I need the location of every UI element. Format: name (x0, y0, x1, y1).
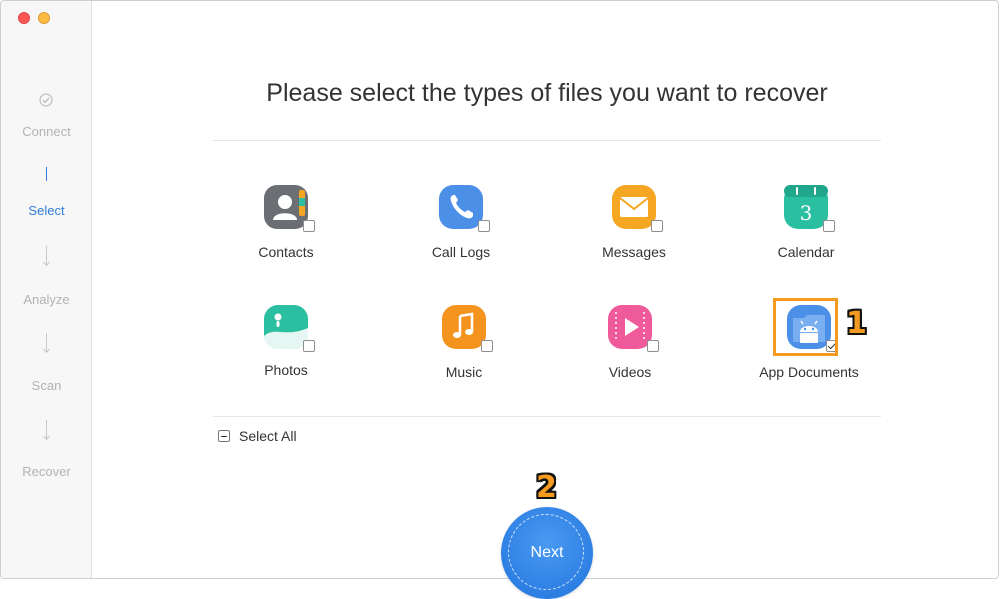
calendar-checkbox[interactable] (823, 220, 835, 232)
app-window: Connect Select Analyze Scan Recover Plea… (0, 0, 999, 579)
photos-label: Photos (264, 362, 308, 378)
messages-checkbox[interactable] (651, 220, 663, 232)
active-step-indicator (46, 167, 47, 181)
step-recover: Recover (22, 464, 71, 479)
check-circle-icon (39, 93, 53, 107)
call-logs-label: Call Logs (431, 244, 491, 260)
svg-text:3: 3 (800, 201, 813, 225)
file-type-calendar[interactable]: 3 Calendar (736, 184, 876, 260)
annotation-step-1: 1 (846, 306, 867, 341)
videos-label: Videos (608, 364, 652, 380)
photos-checkbox[interactable] (303, 340, 315, 352)
file-type-contacts[interactable]: Contacts (216, 184, 356, 260)
step-select: Select (28, 203, 65, 218)
arrow-down-icon (43, 333, 50, 354)
highlight-box (773, 298, 838, 356)
calendar-label: Calendar (777, 244, 835, 260)
file-type-videos[interactable]: Videos (560, 304, 700, 380)
arrow-down-icon (43, 420, 50, 441)
file-type-photos[interactable]: Photos (216, 304, 356, 378)
music-checkbox[interactable] (481, 340, 493, 352)
music-label: Music (445, 364, 483, 380)
file-type-messages[interactable]: Messages (564, 184, 704, 260)
step-connect: Connect (22, 124, 71, 139)
step-scan: Scan (31, 378, 62, 393)
page-title: Please select the types of files you wan… (266, 79, 828, 107)
sidebar: Connect Select Analyze Scan Recover (1, 1, 92, 578)
close-window-button[interactable] (18, 12, 30, 24)
select-all-checkbox[interactable] (218, 430, 230, 442)
select-all-toggle[interactable]: Select All (218, 428, 297, 444)
next-button-label: Next (530, 544, 564, 561)
contacts-checkbox[interactable] (303, 220, 315, 232)
top-divider (213, 140, 881, 141)
step-analyze: Analyze (23, 292, 70, 307)
call-logs-checkbox[interactable] (478, 220, 490, 232)
bottom-divider (213, 416, 881, 417)
select-all-label: Select All (239, 428, 297, 444)
contacts-label: Contacts (258, 244, 314, 260)
videos-checkbox[interactable] (647, 340, 659, 352)
messages-label: Messages (602, 244, 666, 260)
arrow-down-icon (43, 246, 50, 267)
file-type-music[interactable]: Music (394, 304, 534, 380)
minimize-window-button[interactable] (38, 12, 50, 24)
app-documents-label: App Documents (759, 364, 859, 380)
next-button[interactable]: Next (501, 507, 593, 599)
annotation-step-2: 2 (536, 470, 557, 505)
file-type-call-logs[interactable]: Call Logs (391, 184, 531, 260)
